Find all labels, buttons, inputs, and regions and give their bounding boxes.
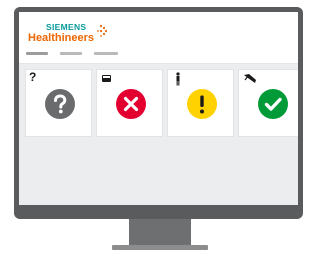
monitor-stand-neck bbox=[129, 219, 191, 246]
nav-tab-1[interactable] bbox=[26, 52, 48, 55]
nav-tab-2[interactable] bbox=[60, 52, 82, 55]
tilted-device-icon bbox=[244, 74, 256, 83]
nav-tab-3[interactable] bbox=[94, 52, 118, 55]
status-unknown bbox=[44, 88, 76, 120]
checkmark-icon bbox=[258, 89, 288, 119]
x-icon bbox=[116, 89, 146, 119]
status-warning bbox=[186, 88, 218, 120]
logo-healthineers-text: Healthineers bbox=[28, 32, 95, 44]
status-ok bbox=[257, 88, 289, 120]
bed-icon bbox=[102, 75, 111, 82]
logo-siemens-text: SIEMENS bbox=[46, 22, 87, 32]
tile-ok[interactable] bbox=[238, 69, 298, 137]
header-divider bbox=[19, 63, 298, 64]
question-icon bbox=[45, 89, 75, 119]
exclamation-icon bbox=[187, 89, 217, 119]
tile-error[interactable] bbox=[96, 69, 163, 137]
monitor-stand-base bbox=[112, 245, 208, 250]
question-mark-icon: ? bbox=[29, 70, 37, 84]
tile-warning[interactable] bbox=[167, 69, 234, 137]
logo-dots-icon bbox=[96, 24, 108, 38]
tile-unknown[interactable]: ? bbox=[25, 69, 92, 137]
app-header: SIEMENS Healthineers bbox=[19, 12, 298, 64]
status-error bbox=[115, 88, 147, 120]
siemens-healthineers-logo: SIEMENS Healthineers bbox=[28, 22, 118, 44]
screen: SIEMENS Healthineers ? bbox=[19, 12, 298, 205]
person-icon bbox=[176, 72, 180, 86]
